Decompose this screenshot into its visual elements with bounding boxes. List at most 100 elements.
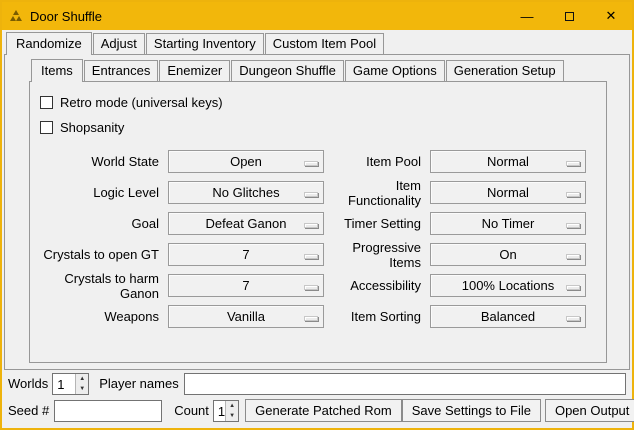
weapons-dropdown[interactable]: Vanilla [168, 305, 324, 328]
tab-generation-setup[interactable]: Generation Setup [446, 60, 564, 81]
tab-items[interactable]: Items [31, 59, 83, 82]
logic-level-row: Logic Level No Glitches [36, 177, 332, 208]
door-shuffle-window: Door Shuffle — ✕ Randomize Adjust Starti… [0, 0, 634, 430]
generate-patched-rom-button[interactable]: Generate Patched Rom [245, 399, 402, 422]
weapons-label: Weapons [36, 309, 168, 324]
player-names-input[interactable] [184, 373, 626, 395]
logic-level-label: Logic Level [36, 185, 168, 200]
dropdown-indicator-icon [304, 161, 318, 166]
item-sorting-dropdown[interactable]: Balanced [430, 305, 586, 328]
goal-row: Goal Defeat Ganon [36, 208, 332, 239]
crystals-ganon-row: Crystals to harm Ganon 7 [36, 270, 332, 301]
dropdown-indicator-icon [566, 254, 580, 259]
count-label: Count [174, 403, 209, 418]
goal-label: Goal [36, 216, 168, 231]
count-spinner-arrows: ▲ ▼ [225, 401, 238, 421]
worlds-spinner[interactable]: 1 ▲ ▼ [52, 373, 89, 395]
seed-input[interactable] [54, 400, 162, 422]
tab-entrances[interactable]: Entrances [84, 60, 159, 81]
crystals-gt-value: 7 [242, 247, 249, 262]
count-spinner[interactable]: 1 ▲ ▼ [213, 400, 239, 422]
dropdown-indicator-icon [304, 192, 318, 197]
options-grid: World State Open Item Pool Normal [36, 146, 602, 332]
item-functionality-dropdown[interactable]: Normal [430, 181, 586, 204]
retro-mode-label: Retro mode (universal keys) [60, 95, 223, 110]
app-icon [8, 8, 24, 24]
open-output-directory-button[interactable]: Open Output Directory [545, 399, 634, 422]
seed-label: Seed # [8, 403, 49, 418]
goal-dropdown[interactable]: Defeat Ganon [168, 212, 324, 235]
worlds-row: Worlds 1 ▲ ▼ Player names [8, 372, 626, 395]
worlds-spinner-down-icon[interactable]: ▼ [76, 384, 88, 394]
count-spinner-up-icon[interactable]: ▲ [226, 401, 238, 411]
retro-mode-row: Retro mode (universal keys) [36, 90, 602, 115]
tab-starting-inventory[interactable]: Starting Inventory [146, 33, 264, 54]
logic-level-value: No Glitches [212, 185, 279, 200]
inner-tab-bar: Items Entrances Enemizer Dungeon Shuffle… [29, 59, 607, 81]
accessibility-label: Accessibility [332, 278, 430, 293]
world-state-value: Open [230, 154, 262, 169]
item-pool-dropdown[interactable]: Normal [430, 150, 586, 173]
progressive-items-row: Progressive Items On [332, 239, 602, 270]
crystals-gt-label: Crystals to open GT [36, 247, 168, 262]
dropdown-indicator-icon [304, 223, 318, 228]
worlds-spinner-up-icon[interactable]: ▲ [76, 374, 88, 384]
minimize-icon[interactable]: — [506, 2, 548, 30]
crystals-ganon-label: Crystals to harm Ganon [36, 271, 168, 301]
items-pane: Retro mode (universal keys) Shopsanity W… [29, 81, 607, 363]
tab-game-options[interactable]: Game Options [345, 60, 445, 81]
item-pool-value: Normal [487, 154, 529, 169]
save-settings-button[interactable]: Save Settings to File [402, 399, 541, 422]
dropdown-indicator-icon [566, 316, 580, 321]
tab-custom-item-pool[interactable]: Custom Item Pool [265, 33, 384, 54]
tab-dungeon-shuffle[interactable]: Dungeon Shuffle [231, 60, 344, 81]
player-names-label: Player names [99, 376, 178, 391]
count-spinner-down-icon[interactable]: ▼ [226, 411, 238, 421]
inner-notebook: Items Entrances Enemizer Dungeon Shuffle… [29, 59, 607, 363]
timer-setting-dropdown[interactable]: No Timer [430, 212, 586, 235]
progressive-items-dropdown[interactable]: On [430, 243, 586, 266]
close-icon[interactable]: ✕ [590, 2, 632, 30]
accessibility-value: 100% Locations [462, 278, 555, 293]
tab-enemizer[interactable]: Enemizer [159, 60, 230, 81]
retro-mode-checkbox[interactable] [40, 96, 53, 109]
item-functionality-row: Item Functionality Normal [332, 177, 602, 208]
world-state-dropdown[interactable]: Open [168, 150, 324, 173]
dropdown-indicator-icon [566, 161, 580, 166]
randomize-pane: Items Entrances Enemizer Dungeon Shuffle… [4, 54, 630, 370]
shopsanity-checkbox[interactable] [40, 121, 53, 134]
window-title: Door Shuffle [30, 9, 506, 24]
accessibility-row: Accessibility 100% Locations [332, 270, 602, 301]
tab-randomize[interactable]: Randomize [6, 32, 92, 55]
outer-notebook: Randomize Adjust Starting Inventory Cust… [4, 32, 630, 370]
tab-adjust[interactable]: Adjust [93, 33, 145, 54]
titlebar: Door Shuffle — ✕ [2, 2, 632, 30]
goal-value: Defeat Ganon [206, 216, 287, 231]
logic-level-dropdown[interactable]: No Glitches [168, 181, 324, 204]
world-state-label: World State [36, 154, 168, 169]
crystals-gt-dropdown[interactable]: 7 [168, 243, 324, 266]
progressive-items-value: On [499, 247, 516, 262]
item-pool-label: Item Pool [332, 154, 430, 169]
crystals-gt-row: Crystals to open GT 7 [36, 239, 332, 270]
timer-setting-row: Timer Setting No Timer [332, 208, 602, 239]
dropdown-indicator-icon [566, 192, 580, 197]
maximize-box-glyph [565, 12, 574, 21]
maximize-icon[interactable] [548, 2, 590, 30]
bottom-controls: Worlds 1 ▲ ▼ Player names Seed # Count 1… [8, 372, 626, 422]
dropdown-indicator-icon [304, 254, 318, 259]
crystals-ganon-dropdown[interactable]: 7 [168, 274, 324, 297]
progressive-items-label: Progressive Items [332, 240, 430, 270]
timer-setting-label: Timer Setting [332, 216, 430, 231]
dropdown-indicator-icon [566, 223, 580, 228]
outer-tab-bar: Randomize Adjust Starting Inventory Cust… [4, 32, 630, 54]
world-state-row: World State Open [36, 146, 332, 177]
worlds-value: 1 [53, 374, 75, 394]
item-functionality-value: Normal [487, 185, 529, 200]
item-sorting-label: Item Sorting [332, 309, 430, 324]
worlds-spinner-arrows: ▲ ▼ [75, 374, 88, 394]
item-sorting-row: Item Sorting Balanced [332, 301, 602, 332]
item-sorting-value: Balanced [481, 309, 535, 324]
weapons-value: Vanilla [227, 309, 265, 324]
accessibility-dropdown[interactable]: 100% Locations [430, 274, 586, 297]
